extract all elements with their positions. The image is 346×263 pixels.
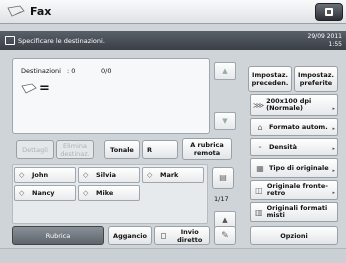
contact-name: Mark: [160, 171, 179, 179]
format-icon: ⌂: [257, 122, 263, 132]
contact-fax-icon: ◇: [19, 170, 25, 179]
status-time: 1:55: [328, 41, 342, 48]
title-bar: Fax: [0, 0, 346, 24]
contact-button[interactable]: ◇ Silvia: [78, 167, 140, 183]
destinations-pages: 0/0: [101, 67, 112, 75]
mixed-formats-icon: ▥: [255, 207, 263, 217]
addressbook-label: Rubrica: [45, 231, 71, 240]
contact-button[interactable]: ◇ John: [14, 167, 76, 183]
addressbook-button[interactable]: Rubrica: [12, 226, 104, 245]
remote-addressbook-button[interactable]: A rubrica remota: [182, 138, 232, 160]
options-button[interactable]: Opzioni: [250, 226, 338, 245]
contact-fax-icon: ◇: [147, 170, 153, 179]
dest-scroll-down-button[interactable]: ▼: [214, 112, 236, 130]
settings-button[interactable]: ✎: [214, 226, 236, 245]
destination-equals: =: [39, 81, 50, 96]
previous-settings-button[interactable]: Impostaz. preceden.: [248, 66, 292, 92]
status-date: 29/09 2011: [307, 33, 342, 40]
arrow-icon: ▸: [332, 190, 335, 196]
bottom-bar: [0, 248, 346, 263]
density-label: Densità: [269, 142, 298, 151]
format-button[interactable]: ⌂ Formato autom. ▸: [250, 118, 338, 136]
contact-name: Mike: [96, 189, 114, 197]
resolution-button[interactable]: ⋙ 200x100 dpi (Normale) ▸: [250, 94, 338, 116]
resolution-icon: ⋙: [252, 100, 265, 110]
mixed-formats-button[interactable]: ▥ Originali formati misti: [250, 202, 338, 222]
destination-panel: Destinazioni : 0 0/0 =: [12, 58, 210, 134]
status-datetime: 29/09 2011 1:55: [308, 33, 342, 49]
status-bar: Specificare le destinazioni. 29/09 2011 …: [0, 31, 346, 50]
mixed-formats-label: Originali formati misti: [266, 204, 328, 219]
contact-button[interactable]: ◇ Mark: [142, 167, 204, 183]
destinations-count: : 0: [67, 67, 76, 75]
delete-destination-button[interactable]: Elimina destinaz.: [56, 140, 94, 159]
menu-button[interactable]: [315, 3, 343, 21]
format-label: Formato autom.: [269, 122, 328, 131]
fax-destination-icon: [21, 83, 37, 94]
resolution-label: 200x100 dpi (Normale): [266, 97, 312, 112]
destinations-label: Destinazioni: [21, 67, 61, 75]
original-type-label: Tipo di originale: [269, 163, 329, 172]
list-icon: ▤: [219, 173, 227, 182]
arrow-icon: ▸: [332, 168, 335, 174]
arrow-icon: ▸: [332, 126, 335, 132]
contact-name: Silvia: [96, 171, 116, 179]
density-button[interactable]: ⁃ Densità ▸: [250, 138, 338, 156]
direct-send-label: Invio diretto: [177, 227, 203, 244]
duplex-label: Originale fronte-retro: [266, 182, 328, 197]
contact-fax-icon: ◇: [83, 170, 89, 179]
app-title: Fax: [30, 5, 52, 18]
status-message: Specificare le destinazioni.: [18, 37, 105, 45]
dest-scroll-up-button[interactable]: ▲: [214, 62, 236, 80]
contact-detail-button[interactable]: ▤: [212, 167, 234, 189]
pen-icon: ✎: [221, 230, 229, 241]
details-button[interactable]: Dettagli: [16, 140, 54, 159]
fax-app-icon: [7, 5, 25, 17]
original-type-button[interactable]: ▦ Tipo di originale ▸: [250, 158, 338, 178]
message-icon: [5, 36, 15, 45]
duplex-button[interactable]: ◫ Originale fronte-retro ▸: [250, 180, 338, 200]
contact-name: John: [32, 171, 49, 179]
hook-button[interactable]: Aggancio: [108, 226, 152, 245]
tone-button[interactable]: Tonale: [104, 140, 140, 159]
arrow-icon: ▸: [332, 106, 335, 112]
direct-send-button[interactable]: Invio diretto: [154, 226, 210, 245]
duplex-icon: ◫: [255, 185, 263, 195]
menu-icon: [325, 8, 333, 16]
contact-button[interactable]: ◇ Mike: [78, 185, 140, 201]
contact-name: Nancy: [32, 189, 55, 197]
contact-fax-icon: ◇: [19, 188, 25, 197]
favorite-settings-button[interactable]: Impostaz. preferite: [294, 66, 338, 92]
pagination-label: 1/17: [214, 195, 229, 203]
r-button[interactable]: R: [142, 140, 178, 159]
arrow-icon: ▸: [332, 146, 335, 152]
density-icon: ⁃: [258, 142, 262, 152]
contact-fax-icon: ◇: [83, 188, 89, 197]
original-type-icon: ▦: [256, 163, 264, 173]
checkbox-icon: [161, 232, 167, 239]
contact-button[interactable]: ◇ Nancy: [14, 185, 76, 201]
